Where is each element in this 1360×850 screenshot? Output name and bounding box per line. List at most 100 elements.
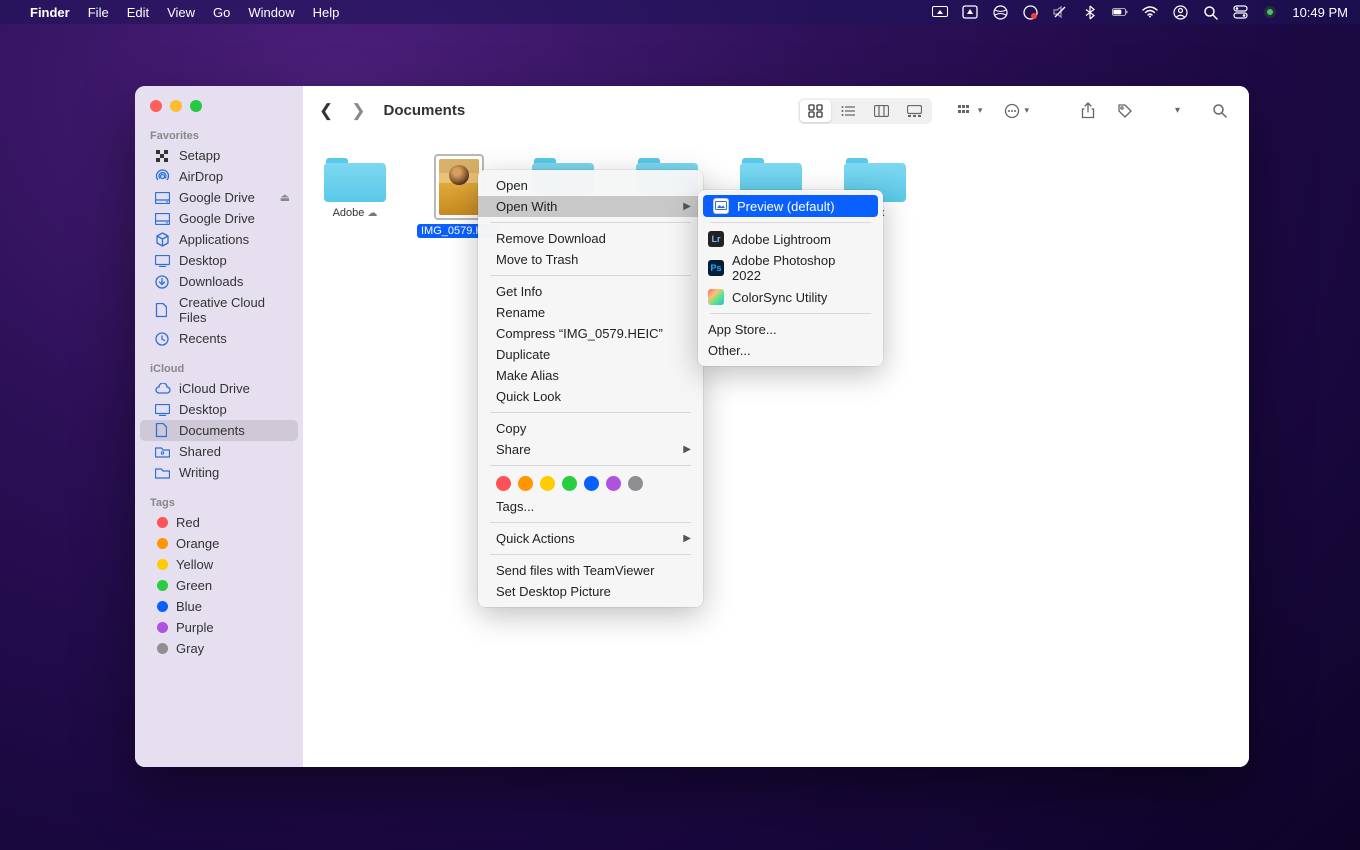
menu-view[interactable]: View: [167, 5, 195, 20]
view-switcher: [798, 98, 932, 124]
tag-color-dot[interactable]: [606, 476, 621, 491]
triangle-icon[interactable]: [962, 4, 978, 20]
wifi-icon[interactable]: [1142, 4, 1158, 20]
sidebar-fav-desktop[interactable]: Desktop: [140, 250, 298, 271]
sidebar-tag-red[interactable]: Red: [140, 512, 298, 533]
main-pane: ❮ ❯ Documents ▾ ▾ ▾ Adobe☁︎IMG_0579.HEIC…: [303, 86, 1249, 767]
app-icon: [708, 289, 724, 305]
view-columns-button[interactable]: [866, 100, 897, 122]
menu-help[interactable]: Help: [313, 5, 340, 20]
ctx-make-alias[interactable]: Make Alias: [478, 365, 703, 386]
ctx-set-desktop[interactable]: Set Desktop Picture: [478, 581, 703, 602]
ctx-app-colorsync-utility[interactable]: ColorSync Utility: [698, 286, 883, 308]
sidebar-item-label: Gray: [176, 641, 204, 656]
sidebar-tag-green[interactable]: Green: [140, 575, 298, 596]
ctx-remove-download[interactable]: Remove Download: [478, 228, 703, 249]
tag-color-dot[interactable]: [518, 476, 533, 491]
sidebar-item-label: Desktop: [179, 402, 227, 417]
back-button[interactable]: ❮: [319, 101, 333, 121]
sidebar-tag-orange[interactable]: Orange: [140, 533, 298, 554]
sidebar-tag-purple[interactable]: Purple: [140, 617, 298, 638]
ctx-copy[interactable]: Copy: [478, 418, 703, 439]
sidebar-item-label: Green: [176, 578, 212, 593]
ctx-move-to-trash[interactable]: Move to Trash: [478, 249, 703, 270]
eject-icon[interactable]: ⏏: [280, 191, 290, 204]
ctx-open-with[interactable]: Open With▶: [478, 196, 703, 217]
minimize-button[interactable]: [170, 100, 182, 112]
sidebar-item-label: Recents: [179, 331, 227, 346]
ctx-get-info[interactable]: Get Info: [478, 281, 703, 302]
ctx-quick-look[interactable]: Quick Look: [478, 386, 703, 407]
tags-button[interactable]: [1111, 99, 1139, 123]
sidebar-fav-recents[interactable]: Recents: [140, 328, 298, 349]
globe-icon[interactable]: [992, 4, 1008, 20]
ctx-tags[interactable]: Tags...: [478, 496, 703, 517]
sidebar-fav-airdrop[interactable]: AirDrop: [140, 166, 298, 187]
tag-color-dot[interactable]: [496, 476, 511, 491]
control-center-icon[interactable]: [1232, 4, 1248, 20]
sidebar-fav-google-drive[interactable]: Google Drive⏏: [140, 187, 298, 208]
sidebar-fav-creative-cloud-files[interactable]: Creative Cloud Files: [140, 292, 298, 328]
search-button[interactable]: [1206, 99, 1233, 122]
sidebar-icloud-documents[interactable]: Documents: [140, 420, 298, 441]
menu-file[interactable]: File: [88, 5, 109, 20]
open-with-submenu: Preview (default) LrAdobe LightroomPsAdo…: [698, 190, 883, 366]
user-icon[interactable]: [1172, 4, 1188, 20]
sidebar-fav-applications[interactable]: Applications: [140, 229, 298, 250]
bluetooth-icon[interactable]: [1082, 4, 1098, 20]
tag-dot-icon: [157, 559, 168, 570]
sidebar-tag-yellow[interactable]: Yellow: [140, 554, 298, 575]
dropdown-button[interactable]: ▾: [1169, 101, 1186, 120]
tag-color-dot[interactable]: [540, 476, 555, 491]
screenshare-icon[interactable]: [932, 4, 948, 20]
status-dot-icon[interactable]: [1262, 4, 1278, 20]
ctx-app-adobe-lightroom[interactable]: LrAdobe Lightroom: [698, 228, 883, 250]
ctx-duplicate[interactable]: Duplicate: [478, 344, 703, 365]
action-button[interactable]: ▾: [998, 99, 1035, 123]
battery-icon[interactable]: [1112, 4, 1128, 20]
ctx-separator: [490, 222, 691, 223]
sidebar-fav-google-drive[interactable]: Google Drive: [140, 208, 298, 229]
sidebar-item-label: Setapp: [179, 148, 220, 163]
ctx-share[interactable]: Share▶: [478, 439, 703, 460]
close-button[interactable]: [150, 100, 162, 112]
ctx-quick-actions[interactable]: Quick Actions▶: [478, 528, 703, 549]
sidebar: Favorites SetappAirDropGoogle Drive⏏Goog…: [135, 86, 303, 767]
ctx-other[interactable]: Other...: [698, 340, 883, 361]
menu-go[interactable]: Go: [213, 5, 230, 20]
sidebar-icloud-icloud-drive[interactable]: iCloud Drive: [140, 378, 298, 399]
view-list-button[interactable]: [833, 100, 864, 122]
sidebar-icloud-desktop[interactable]: Desktop: [140, 399, 298, 420]
sidebar-tag-gray[interactable]: Gray: [140, 638, 298, 659]
tag-color-dot[interactable]: [584, 476, 599, 491]
spotlight-icon[interactable]: [1202, 4, 1218, 20]
sidebar-header-favorites: Favorites: [135, 126, 303, 145]
ctx-open[interactable]: Open: [478, 175, 703, 196]
dnd-icon[interactable]: [1022, 4, 1038, 20]
clock[interactable]: 10:49 PM: [1292, 5, 1348, 20]
menu-window[interactable]: Window: [248, 5, 294, 20]
mute-icon[interactable]: [1052, 4, 1068, 20]
sidebar-icloud-shared[interactable]: Shared: [140, 441, 298, 462]
view-gallery-button[interactable]: [899, 100, 930, 122]
sidebar-icloud-writing[interactable]: Writing: [140, 462, 298, 483]
group-button[interactable]: ▾: [952, 101, 989, 121]
zoom-button[interactable]: [190, 100, 202, 112]
ctx-app-store[interactable]: App Store...: [698, 319, 883, 340]
tag-color-dot[interactable]: [628, 476, 643, 491]
forward-button[interactable]: ❯: [351, 101, 365, 121]
view-icons-button[interactable]: [800, 100, 831, 122]
ctx-teamviewer[interactable]: Send files with TeamViewer: [478, 560, 703, 581]
file-item[interactable]: Adobe☁︎: [313, 154, 397, 238]
share-button[interactable]: [1075, 98, 1101, 123]
sidebar-tag-blue[interactable]: Blue: [140, 596, 298, 617]
ctx-compress[interactable]: Compress “IMG_0579.HEIC”: [478, 323, 703, 344]
ctx-app-adobe-photoshop-2022[interactable]: PsAdobe Photoshop 2022: [698, 250, 883, 286]
app-name[interactable]: Finder: [30, 5, 70, 20]
sidebar-fav-downloads[interactable]: Downloads: [140, 271, 298, 292]
tag-color-dot[interactable]: [562, 476, 577, 491]
menu-edit[interactable]: Edit: [127, 5, 149, 20]
ctx-app-preview[interactable]: Preview (default): [703, 195, 878, 217]
ctx-rename[interactable]: Rename: [478, 302, 703, 323]
sidebar-fav-setapp[interactable]: Setapp: [140, 145, 298, 166]
